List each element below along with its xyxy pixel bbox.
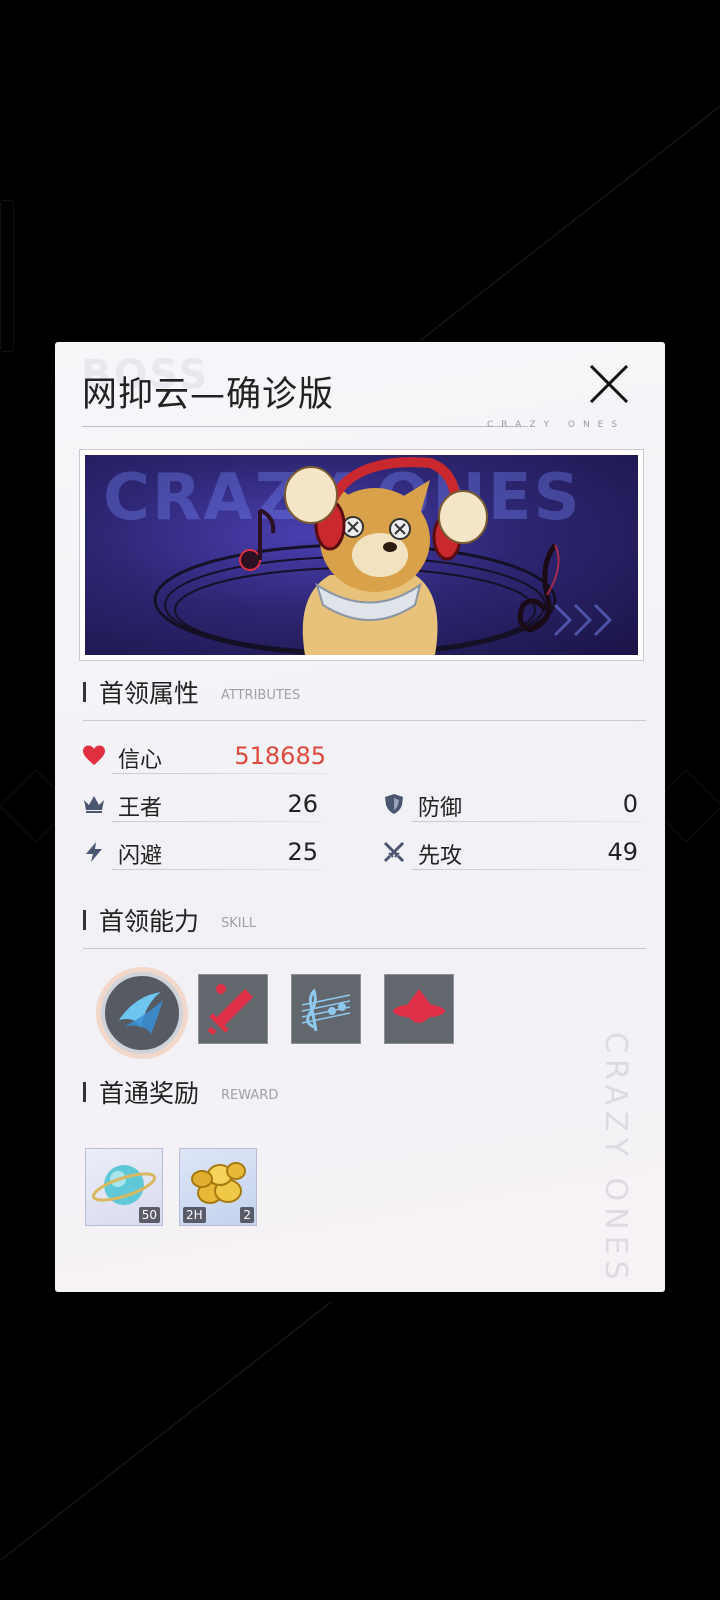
shield-icon bbox=[385, 794, 403, 814]
stat-defense-label: 防御 bbox=[418, 796, 463, 821]
stat-defense: 防御 0 bbox=[382, 788, 642, 822]
reward-2-duration: 2H bbox=[183, 1207, 206, 1223]
section-bar bbox=[83, 682, 86, 702]
skill-slot-4[interactable] bbox=[384, 974, 454, 1044]
background-line bbox=[420, 81, 720, 341]
brand-small-text: CRAZY ONES bbox=[487, 420, 626, 430]
crescent-slash-icon bbox=[119, 992, 163, 1034]
stat-dodge-value: 25 bbox=[287, 838, 318, 866]
skill-title: 首领能力 bbox=[99, 907, 200, 936]
side-vertical-text: CRAZY ONES bbox=[598, 1032, 633, 1286]
stat-hp: 信心 518685 bbox=[82, 740, 330, 774]
section-bar bbox=[83, 910, 86, 930]
close-icon bbox=[589, 364, 629, 404]
dog-with-headphones-illustration bbox=[153, 457, 613, 655]
title-divider bbox=[82, 426, 528, 427]
attributes-title: 首领属性 bbox=[99, 679, 200, 708]
stat-initiative-label: 先攻 bbox=[418, 844, 463, 869]
sword-icon bbox=[207, 984, 253, 1036]
stat-initiative: 先攻 49 bbox=[382, 836, 642, 870]
boss-info-panel: BOSS 网抑云—确诊版 CRAZY ONES CRAZY ONES bbox=[55, 342, 665, 1292]
boss-title: 网抑云—确诊版 bbox=[82, 375, 335, 415]
crown-icon bbox=[84, 796, 104, 813]
ufo-icon bbox=[393, 989, 445, 1023]
stat-hp-value: 518685 bbox=[234, 742, 326, 770]
stat-king-value: 26 bbox=[287, 790, 318, 818]
stat-hp-label: 信心 bbox=[118, 748, 163, 773]
attributes-en-label: ATTRIBUTES bbox=[221, 688, 301, 703]
crossed-swords-icon bbox=[383, 841, 405, 863]
reward-title: 首通奖励 bbox=[99, 1079, 200, 1108]
stat-king-label: 王者 bbox=[118, 796, 163, 821]
stat-underline bbox=[112, 821, 322, 822]
stat-underline bbox=[412, 821, 642, 822]
stat-dodge: 闪避 25 bbox=[82, 836, 322, 870]
stat-dodge-label: 闪避 bbox=[118, 844, 163, 869]
reward-1-count: 50 bbox=[138, 1207, 160, 1223]
reward-en-label: REWARD bbox=[221, 1088, 279, 1103]
stat-underline bbox=[112, 773, 330, 774]
stat-underline bbox=[112, 869, 322, 870]
skill-en-label: SKILL bbox=[221, 916, 257, 931]
reward-item-1[interactable]: 50 bbox=[85, 1148, 163, 1226]
skill-slot-3[interactable] bbox=[291, 974, 361, 1044]
attributes-divider bbox=[83, 720, 646, 721]
music-notes-icon bbox=[301, 988, 351, 1032]
heart-icon bbox=[83, 745, 105, 765]
stat-initiative-value: 49 bbox=[607, 838, 638, 866]
stat-king: 王者 26 bbox=[82, 788, 322, 822]
skill-slot-2[interactable] bbox=[198, 974, 268, 1044]
background-line bbox=[0, 1301, 332, 1561]
stat-underline bbox=[412, 869, 642, 870]
skill-slot-1[interactable] bbox=[101, 972, 183, 1054]
reward-2-count: 2 bbox=[240, 1207, 254, 1223]
lightning-icon bbox=[86, 842, 102, 862]
side-decoration bbox=[0, 200, 14, 352]
stat-defense-value: 0 bbox=[622, 790, 638, 818]
section-bar bbox=[83, 1082, 86, 1102]
reward-item-2[interactable]: 2H 2 bbox=[179, 1148, 257, 1226]
boss-banner: CRAZY ONES bbox=[85, 455, 638, 655]
boss-banner-frame: CRAZY ONES bbox=[79, 449, 644, 661]
skill-divider bbox=[83, 948, 646, 949]
close-button[interactable] bbox=[585, 360, 633, 408]
